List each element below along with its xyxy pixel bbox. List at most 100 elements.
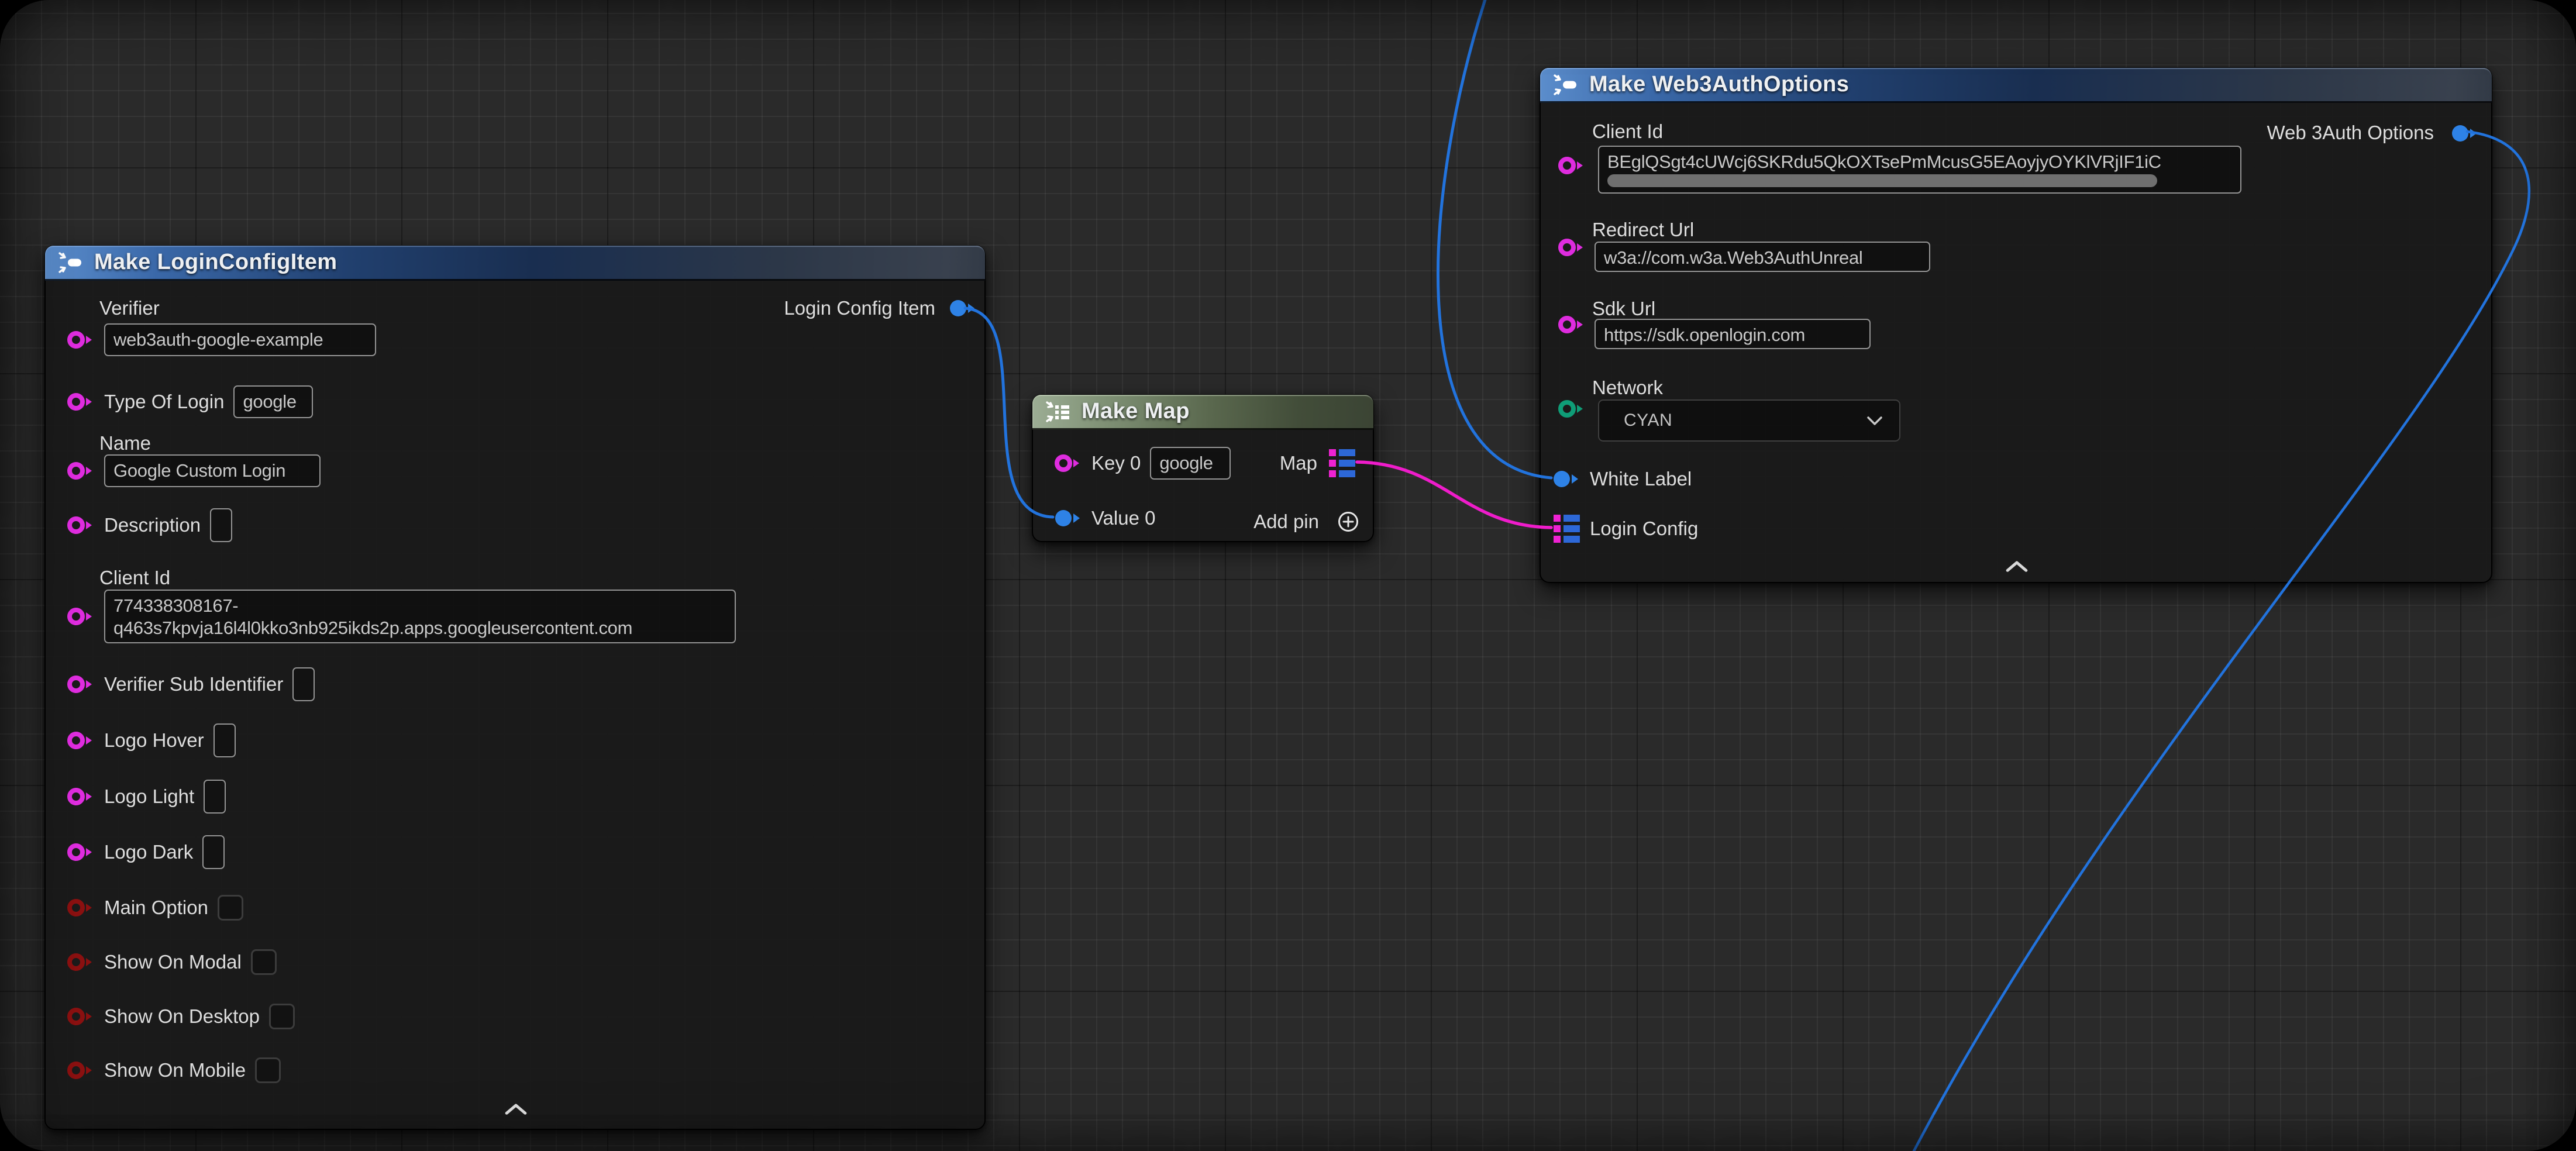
pin-description[interactable] <box>67 515 95 536</box>
pin-label-key-0: Key 0 <box>1091 452 1141 475</box>
pin-show-on-modal[interactable] <box>67 952 95 973</box>
make-struct-icon <box>1552 73 1579 97</box>
chevron-down-icon <box>1866 416 1883 426</box>
pin-white-label[interactable] <box>1552 468 1580 490</box>
add-pin-label: Add pin <box>1253 510 1319 533</box>
pin-label-verifier-sub-identifier: Verifier Sub Identifier <box>104 673 283 696</box>
pin-row-white-label: White Label <box>1552 460 1692 498</box>
pin-verifier-sub-identifier[interactable] <box>67 674 95 695</box>
pin-row-show-on-desktop: Show On Desktop <box>67 998 295 1035</box>
pin-label-description: Description <box>104 514 201 537</box>
pin-client-id[interactable] <box>67 606 95 627</box>
pin-logo-dark[interactable] <box>67 842 95 863</box>
output-pin-label-login-config-item: Login Config Item <box>784 297 935 320</box>
show-on-mobile-checkbox[interactable] <box>255 1057 281 1083</box>
pin-row-key-0: Key 0 google <box>1054 444 1231 482</box>
pin-show-on-desktop[interactable] <box>67 1006 95 1027</box>
show-on-desktop-checkbox[interactable] <box>269 1004 295 1029</box>
pin-row-verifier-sub-identifier: Verifier Sub Identifier <box>67 666 315 703</box>
output-pin-label-web3auth-options: Web 3Auth Options <box>2267 121 2434 144</box>
pin-label-show-on-mobile: Show On Mobile <box>104 1059 246 1082</box>
logo-dark-input[interactable] <box>202 835 225 869</box>
chevron-up-icon <box>2004 559 2030 574</box>
make-struct-icon <box>57 251 84 274</box>
main-option-checkbox[interactable] <box>218 895 243 921</box>
client-id-input[interactable]: BEglQSgt4cUWcj6SKRdu5QkOXTsePmMcusG5EAoy… <box>1598 146 2241 194</box>
collapse-node-button[interactable] <box>2004 559 2030 574</box>
pin-label-sdk-url: Sdk Url <box>1592 297 1655 321</box>
pin-label-login-config: Login Config <box>1590 517 1698 540</box>
pin-row-verifier: web3auth-google-example <box>67 321 376 359</box>
node-make-map[interactable]: Make Map Key 0 google Map Value 0 Add pi… <box>1032 394 1374 542</box>
pin-label-logo-hover: Logo Hover <box>104 729 204 752</box>
pin-row-type-of-login: Type Of Login google <box>67 383 313 421</box>
pin-label-white-label: White Label <box>1590 467 1692 491</box>
pin-main-option[interactable] <box>67 897 95 918</box>
pin-row-client-id: 774338308167-q463s7kpvja16l4l0kko3nb925i… <box>67 590 736 643</box>
pin-label-verifier: Verifier <box>99 297 160 320</box>
type-of-login-input[interactable]: google <box>233 385 313 418</box>
pin-show-on-mobile[interactable] <box>67 1060 95 1081</box>
pin-label-show-on-modal: Show On Modal <box>104 950 242 974</box>
pin-logo-hover[interactable] <box>67 730 95 751</box>
horizontal-scrollbar[interactable] <box>1607 174 2157 187</box>
pin-row-name: Google Custom Login <box>67 452 321 490</box>
logo-hover-input[interactable] <box>213 723 236 757</box>
pin-row-logo-hover: Logo Hover <box>67 722 236 759</box>
blueprint-graph-canvas[interactable]: Make LoginConfigItem Verifier web3auth-g… <box>0 0 2576 1151</box>
pin-row-logo-light: Logo Light <box>67 778 226 815</box>
chevron-up-icon <box>503 1101 529 1116</box>
verifier-sub-identifier-input[interactable] <box>292 667 315 701</box>
node-title: Make LoginConfigItem <box>94 250 337 275</box>
logo-light-input[interactable] <box>204 780 226 814</box>
pin-key-0[interactable] <box>1054 453 1082 474</box>
pin-name[interactable] <box>67 460 95 481</box>
redirect-url-input[interactable]: w3a://com.w3a.Web3AuthUnreal <box>1594 242 1930 272</box>
pin-label-logo-light: Logo Light <box>104 785 194 808</box>
output-pin-map-icon[interactable] <box>1329 449 1356 477</box>
node-header-make-loginconfigitem[interactable]: Make LoginConfigItem <box>45 246 985 281</box>
pin-type-of-login[interactable] <box>67 391 95 412</box>
sdk-url-input[interactable]: https://sdk.openlogin.com <box>1594 319 1871 349</box>
node-header-make-map[interactable]: Make Map <box>1032 395 1373 430</box>
pin-redirect-url[interactable] <box>1558 237 1586 258</box>
pin-row-logo-dark: Logo Dark <box>67 833 225 871</box>
client-id-value: BEglQSgt4cUWcj6SKRdu5QkOXTsePmMcusG5EAoy… <box>1607 151 2161 172</box>
verifier-input[interactable]: web3auth-google-example <box>104 323 376 356</box>
description-input[interactable] <box>210 508 232 542</box>
pin-row-show-on-modal: Show On Modal <box>67 943 277 981</box>
pin-logo-light[interactable] <box>67 786 95 807</box>
pin-label-logo-dark: Logo Dark <box>104 840 193 864</box>
pin-label-name: Name <box>99 432 151 455</box>
network-selected-value: CYAN <box>1624 411 1672 430</box>
pin-sdk-url[interactable] <box>1558 314 1586 335</box>
pin-label-type-of-login: Type Of Login <box>104 390 224 413</box>
pin-verifier[interactable] <box>67 329 95 350</box>
pin-login-config-map-icon[interactable] <box>1554 515 1580 543</box>
node-make-web3authoptions[interactable]: Make Web3AuthOptions Client Id BEglQSgt4… <box>1540 67 2492 583</box>
pin-row-value-0: Value 0 <box>1054 499 1155 537</box>
pin-label-redirect-url: Redirect Url <box>1592 218 1694 242</box>
pin-row-main-option: Main Option <box>67 889 243 926</box>
pin-client-id[interactable] <box>1558 155 1586 176</box>
pin-label-client-id: Client Id <box>1592 120 1663 143</box>
name-input[interactable]: Google Custom Login <box>104 454 321 487</box>
network-select[interactable]: CYAN <box>1598 399 1900 442</box>
pin-label-show-on-desktop: Show On Desktop <box>104 1005 260 1028</box>
add-pin-button[interactable] <box>1337 510 1360 533</box>
collapse-node-button[interactable] <box>503 1101 529 1116</box>
output-pin-label-map: Map <box>1280 452 1317 475</box>
wire-offscreen-to-white-label[interactable] <box>1438 0 1551 478</box>
node-title: Make Web3AuthOptions <box>1589 72 1849 97</box>
pin-label-value-0: Value 0 <box>1091 506 1155 530</box>
client-id-input[interactable]: 774338308167-q463s7kpvja16l4l0kko3nb925i… <box>104 590 736 643</box>
node-make-loginconfigitem[interactable]: Make LoginConfigItem Verifier web3auth-g… <box>44 245 986 1130</box>
pin-row-description: Description <box>67 506 232 544</box>
pin-network[interactable] <box>1558 398 1586 419</box>
node-header-make-web3authoptions[interactable]: Make Web3AuthOptions <box>1540 68 2492 103</box>
pin-value-0[interactable] <box>1054 508 1082 529</box>
make-map-icon <box>1044 400 1071 423</box>
show-on-modal-checkbox[interactable] <box>251 949 277 975</box>
node-title: Make Map <box>1082 399 1190 424</box>
key-0-input[interactable]: google <box>1150 447 1231 480</box>
